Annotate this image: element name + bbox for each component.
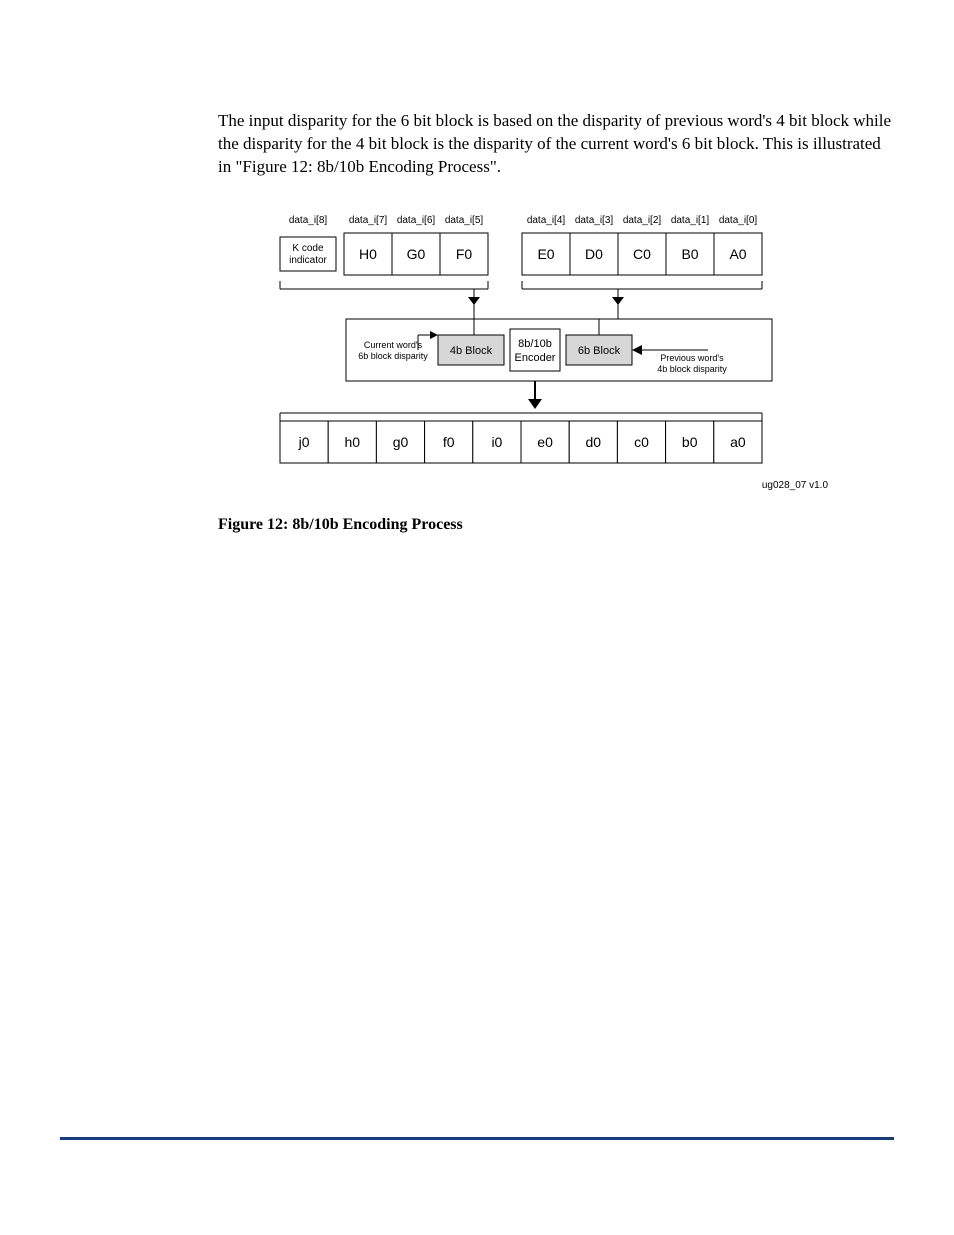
- cur-word-1: Current word's: [364, 340, 423, 350]
- top-box-G0: G0: [407, 246, 426, 262]
- top-box-E0: E0: [537, 246, 554, 262]
- encoder-text-1: 8b/10b: [518, 338, 552, 350]
- label-data-i-7: data_i[7]: [349, 215, 388, 226]
- label-data-i-6: data_i[6]: [397, 215, 436, 226]
- figure-tag: ug028_07 v1.0: [762, 480, 829, 491]
- label-data-i-5: data_i[5]: [445, 215, 484, 226]
- bot-box-d0: d0: [586, 434, 602, 450]
- footer-rule: [60, 1137, 894, 1140]
- top-box-B0: B0: [681, 246, 698, 262]
- label-data-i-0: data_i[0]: [719, 215, 758, 226]
- label-data-i-4: data_i[4]: [527, 215, 566, 226]
- bot-box-a0: a0: [730, 434, 746, 450]
- top-box-D0: D0: [585, 246, 603, 262]
- label-data-i-8: data_i[8]: [289, 215, 328, 226]
- bot-box-h0: h0: [345, 434, 361, 450]
- encoder-label-box: [510, 329, 560, 371]
- arrow-down-right-icon: [612, 297, 624, 305]
- figure-caption: Figure 12: 8b/10b Encoding Process: [218, 514, 894, 536]
- bot-box-b0: b0: [682, 434, 698, 450]
- top-box-C0: C0: [633, 246, 651, 262]
- cur-word-2: 6b block disparity: [358, 351, 428, 361]
- label-data-i-1: data_i[1]: [671, 215, 710, 226]
- bot-box-f0: f0: [443, 434, 455, 450]
- 4b-block-text: 4b Block: [450, 345, 493, 357]
- figure-12: data_i[8] data_i[7] data_i[6] data_i[5] …: [278, 209, 894, 506]
- top-bracket-left: [280, 281, 488, 305]
- prev-word-2: 4b block disparity: [657, 364, 727, 374]
- arrow-down-left-icon: [468, 297, 480, 305]
- top-bracket-right: [522, 281, 762, 305]
- bot-box-e0: e0: [537, 434, 553, 450]
- label-data-i-2: data_i[2]: [623, 215, 662, 226]
- paragraph: The input disparity for the 6 bit block …: [218, 110, 894, 179]
- kcode-text-2: indicator: [289, 255, 327, 266]
- encoder-text-2: Encoder: [515, 352, 556, 364]
- top-box-H0: H0: [359, 246, 377, 262]
- label-data-i-3: data_i[3]: [575, 215, 614, 226]
- bot-box-c0: c0: [634, 434, 649, 450]
- bot-box-j0: j0: [298, 434, 310, 450]
- bot-box-g0: g0: [393, 434, 409, 450]
- top-box-A0: A0: [729, 246, 746, 262]
- top-box-F0: F0: [456, 246, 473, 262]
- prev-word-1: Previous word's: [660, 353, 724, 363]
- bot-box-i0: i0: [491, 434, 502, 450]
- arrow-down-icon: [528, 399, 542, 409]
- 6b-block-text: 6b Block: [578, 345, 621, 357]
- kcode-text-1: K code: [292, 243, 324, 254]
- bottom-bracket: [280, 413, 762, 421]
